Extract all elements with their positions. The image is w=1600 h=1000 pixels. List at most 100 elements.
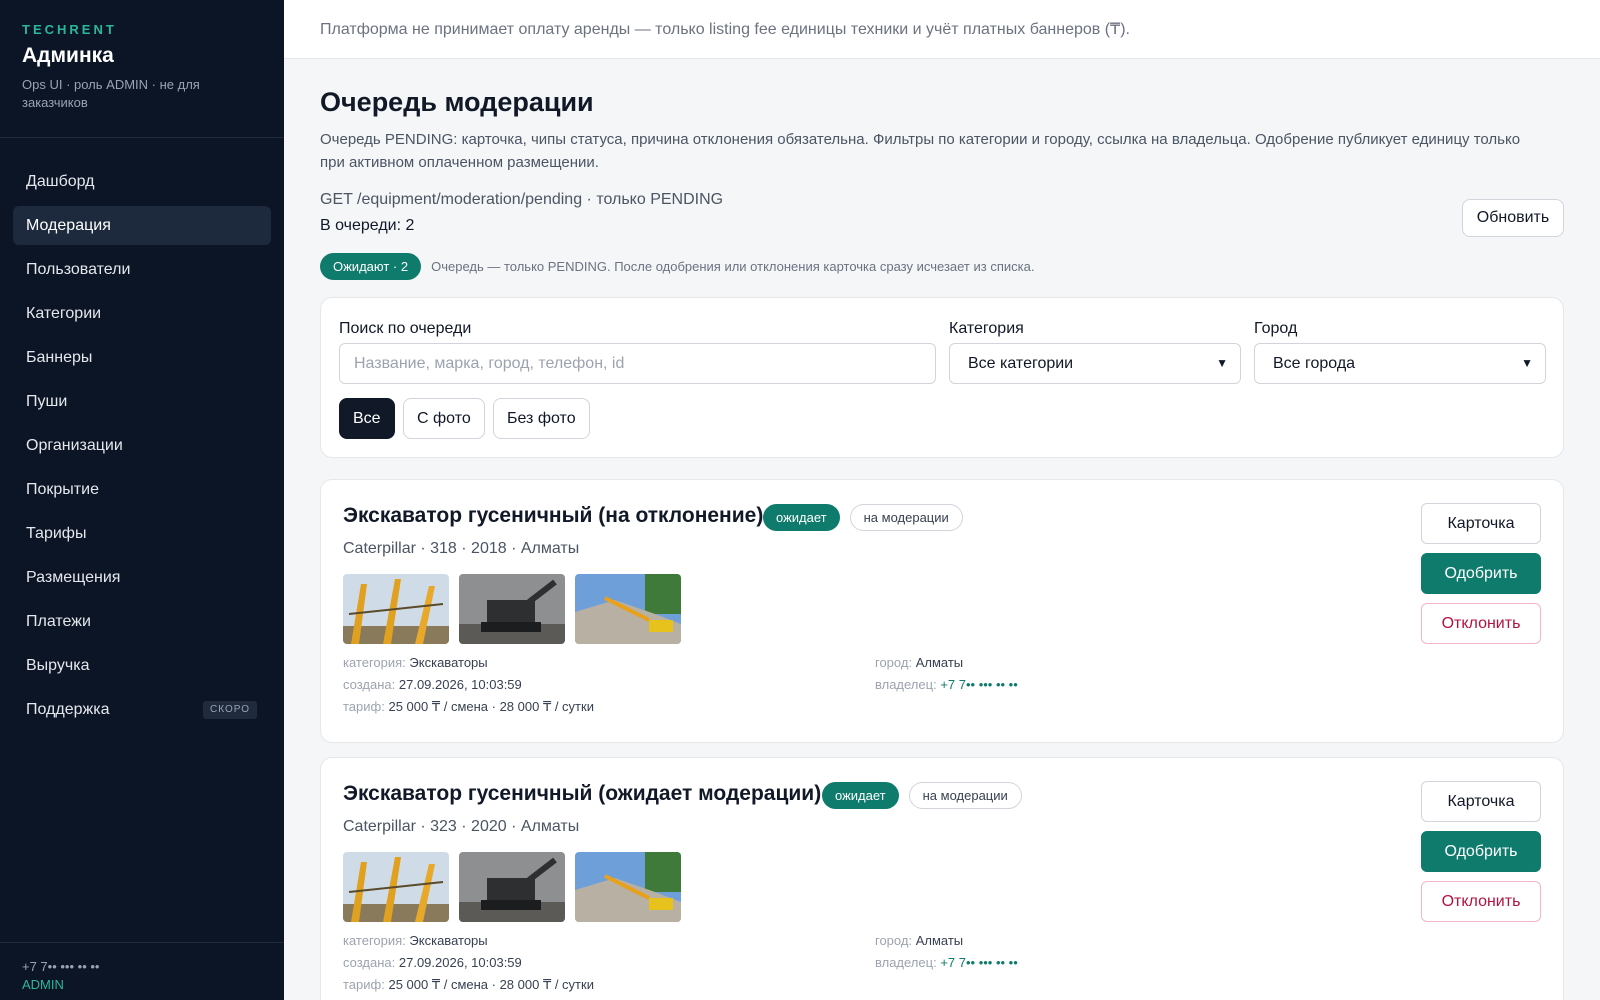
city-select-value: Все города	[1273, 355, 1356, 372]
sidebar-item-label: Пуши	[26, 393, 68, 410]
equipment-title: Экскаватор гусеничный (ожидает модерации…	[343, 782, 822, 805]
meta-key: город:	[875, 933, 913, 948]
sidebar-item-revenue[interactable]: Выручка	[13, 646, 271, 685]
sidebar-footer: +7 7•• ••• •• •• ADMIN	[0, 942, 284, 1000]
photo-thumbnail[interactable]	[575, 574, 681, 644]
category-label: Категория	[949, 320, 1024, 337]
meta-city: Алматы	[915, 655, 964, 670]
open-card-button[interactable]: Карточка	[1421, 781, 1541, 822]
sidebar-item-label: Поддержка	[26, 701, 110, 718]
refresh-button[interactable]: Обновить	[1462, 199, 1564, 237]
photo-thumbnail[interactable]	[459, 574, 565, 644]
current-user-phone: +7 7•• ••• •• ••	[22, 959, 100, 974]
meta-created: 27.09.2026, 10:03:59	[398, 677, 522, 692]
meta-category: Экскаваторы	[409, 655, 488, 670]
owner-phone-link[interactable]: +7 7•• ••• •• ••	[940, 677, 1017, 692]
photo-thumbnail[interactable]	[343, 574, 449, 644]
brand-logo: TECHRENT	[22, 22, 117, 37]
sidebar-item-label: Модерация	[26, 217, 111, 234]
meta-key: создана:	[343, 677, 396, 692]
search-input[interactable]: Название, марка, город, телефон, id	[339, 343, 936, 384]
open-card-button[interactable]: Карточка	[1421, 503, 1541, 544]
approve-button[interactable]: Одобрить	[1421, 831, 1541, 872]
sidebar-item-moderation[interactable]: Модерация	[13, 206, 271, 245]
brand-block: TECHRENT Админка Ops UI · роль ADMIN · н…	[0, 0, 284, 138]
queue-note: Очередь — только PENDING. После одобрени…	[431, 259, 1035, 274]
sidebar-item-label: Размещения	[26, 569, 121, 586]
sidebar-item-categories[interactable]: Категории	[13, 294, 271, 333]
chevron-down-icon: ▼	[1521, 356, 1533, 370]
sidebar-item-payments[interactable]: Платежи	[13, 602, 271, 641]
card-meta-right: город: Алматы владелец: +7 7•• ••• •• ••	[875, 652, 1018, 696]
sidebar-item-label: Организации	[26, 437, 123, 454]
owner-phone-link[interactable]: +7 7•• ••• •• ••	[940, 955, 1017, 970]
sidebar-item-tariffs[interactable]: Тарифы	[13, 514, 271, 553]
category-select[interactable]: Все категории ▼	[949, 343, 1241, 384]
sidebar-item-label: Выручка	[26, 657, 90, 674]
card-meta-left: категория: Экскаваторы создана: 27.09.20…	[343, 652, 594, 718]
moderation-badge: на модерации	[908, 782, 1022, 809]
waiting-count-pill: Ожидают · 2	[320, 253, 422, 280]
page-description: Очередь PENDING: карточка, чипы статуса,…	[320, 131, 1521, 171]
meta-city: Алматы	[915, 933, 964, 948]
soon-badge: СКОРО	[203, 701, 257, 719]
sidebar-item-banners[interactable]: Баннеры	[13, 338, 271, 377]
current-user-role: ADMIN	[22, 977, 64, 992]
platform-notice: Платформа не принимает оплату аренды — т…	[320, 21, 1130, 38]
topbar: Платформа не принимает оплату аренды — т…	[284, 0, 1600, 59]
sidebar-item-users[interactable]: Пользователи	[13, 250, 271, 289]
meta-key: создана:	[343, 955, 396, 970]
meta-tariff: 25 000 ₸ / смена · 28 000 ₸ / сутки	[388, 699, 594, 714]
sidebar-item-coverage[interactable]: Покрытие	[13, 470, 271, 509]
queue-count: В очереди: 2	[320, 217, 415, 234]
category-select-value: Все категории	[968, 355, 1074, 372]
approve-button[interactable]: Одобрить	[1421, 553, 1541, 594]
sidebar-item-label: Категории	[26, 305, 102, 322]
sidebar-item-label: Платежи	[26, 613, 91, 630]
reject-button[interactable]: Отклонить	[1421, 881, 1541, 922]
sidebar-nav: Дашборд Модерация Пользователи Категории…	[0, 138, 284, 729]
sidebar-item-dashboard[interactable]: Дашборд	[13, 162, 271, 201]
card-meta-right: город: Алматы владелец: +7 7•• ••• •• ••	[875, 930, 1018, 974]
moderation-badge: на модерации	[849, 504, 963, 531]
card-meta-left: категория: Экскаваторы создана: 27.09.20…	[343, 930, 594, 996]
meta-key: владелец:	[875, 955, 937, 970]
city-label: Город	[1254, 320, 1298, 337]
photo-thumbnail[interactable]	[459, 852, 565, 922]
meta-tariff: 25 000 ₸ / смена · 28 000 ₸ / сутки	[388, 977, 594, 992]
app-subtitle: Ops UI · роль ADMIN · не для заказчиков	[22, 77, 200, 110]
filter-chip-without-photo[interactable]: Без фото	[493, 398, 590, 439]
photo-thumbnail[interactable]	[343, 852, 449, 922]
sidebar-item-label: Тарифы	[26, 525, 87, 542]
meta-created: 27.09.2026, 10:03:59	[398, 955, 522, 970]
sidebar-item-placements[interactable]: Размещения	[13, 558, 271, 597]
city-select[interactable]: Все города ▼	[1254, 343, 1546, 384]
sidebar-item-label: Баннеры	[26, 349, 93, 366]
status-badge: ожидает	[763, 504, 840, 531]
equipment-subtitle: Caterpillar · 318 · 2018 · Алматы	[343, 540, 580, 557]
search-label: Поиск по очереди	[339, 320, 472, 337]
main-content: Очередь модерации Очередь PENDING: карто…	[284, 59, 1600, 1000]
meta-key: владелец:	[875, 677, 937, 692]
status-badges: ожидает на модерации	[822, 782, 1022, 809]
meta-key: тариф:	[343, 977, 385, 992]
status-badges: ожидает на модерации	[763, 504, 963, 531]
api-endpoint: GET /equipment/moderation/pending · толь…	[320, 191, 724, 208]
sidebar-item-organizations[interactable]: Организации	[13, 426, 271, 465]
meta-category: Экскаваторы	[409, 933, 488, 948]
app-title: Админка	[22, 44, 114, 67]
status-badge: ожидает	[822, 782, 899, 809]
sidebar: TECHRENT Админка Ops UI · роль ADMIN · н…	[0, 0, 284, 1000]
filter-chip-all[interactable]: Все	[339, 398, 395, 439]
meta-key: категория:	[343, 933, 406, 948]
meta-key: категория:	[343, 655, 406, 670]
page-title: Очередь модерации	[320, 87, 594, 117]
photo-thumbnail[interactable]	[575, 852, 681, 922]
reject-button[interactable]: Отклонить	[1421, 603, 1541, 644]
sidebar-item-support[interactable]: Поддержка СКОРО	[13, 690, 271, 729]
filter-chip-with-photo[interactable]: С фото	[403, 398, 485, 439]
sidebar-item-label: Дашборд	[26, 173, 95, 190]
photo-gallery	[343, 852, 691, 922]
equipment-subtitle: Caterpillar · 323 · 2020 · Алматы	[343, 818, 580, 835]
sidebar-item-pushes[interactable]: Пуши	[13, 382, 271, 421]
